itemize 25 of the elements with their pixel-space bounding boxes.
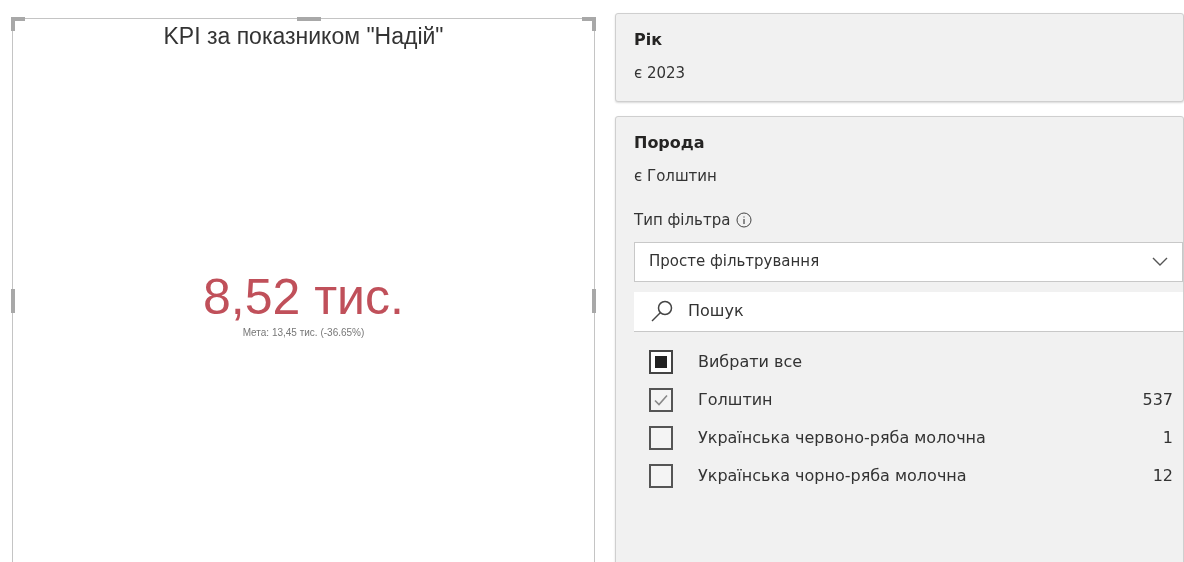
checkbox[interactable]: [649, 425, 673, 450]
option-count: 12: [1152, 464, 1173, 487]
filter-name: Рік: [634, 29, 664, 51]
kpi-title: KPI за показником "Надій": [163, 25, 444, 48]
select-all-label[interactable]: Вибрати все: [698, 349, 803, 374]
option-count: 537: [1142, 388, 1173, 411]
option-label[interactable]: Голштин: [698, 387, 1118, 412]
filter-type-label: Тип фільтра: [634, 210, 731, 231]
checkbox[interactable]: [649, 463, 673, 488]
option-label[interactable]: Українська червоно-ряба молочна: [698, 425, 1138, 450]
chevron-down-icon: [1152, 256, 1168, 267]
search-bar[interactable]: Пошук: [634, 291, 1183, 332]
partial-checkbox[interactable]: [649, 349, 673, 374]
kpi-value: 8,52 тис.: [203, 272, 404, 322]
checkbox[interactable]: [649, 387, 673, 412]
filter-type-dropdown[interactable]: Просте фільтрування: [634, 241, 1183, 282]
filter-name: Порода: [634, 131, 706, 154]
info-icon[interactable]: [736, 212, 753, 229]
kpi-goal: Мета: 13,45 тис. (-36.65%): [242, 326, 365, 340]
option-count: 1: [1162, 426, 1173, 449]
filter-summary: є Голштин: [634, 165, 718, 187]
option-label[interactable]: Українська чорно-ряба молочна: [698, 463, 1128, 488]
search-field[interactable]: Пошук: [688, 299, 1167, 323]
search-icon: [650, 299, 674, 323]
filter-summary: є 2023: [634, 63, 687, 84]
